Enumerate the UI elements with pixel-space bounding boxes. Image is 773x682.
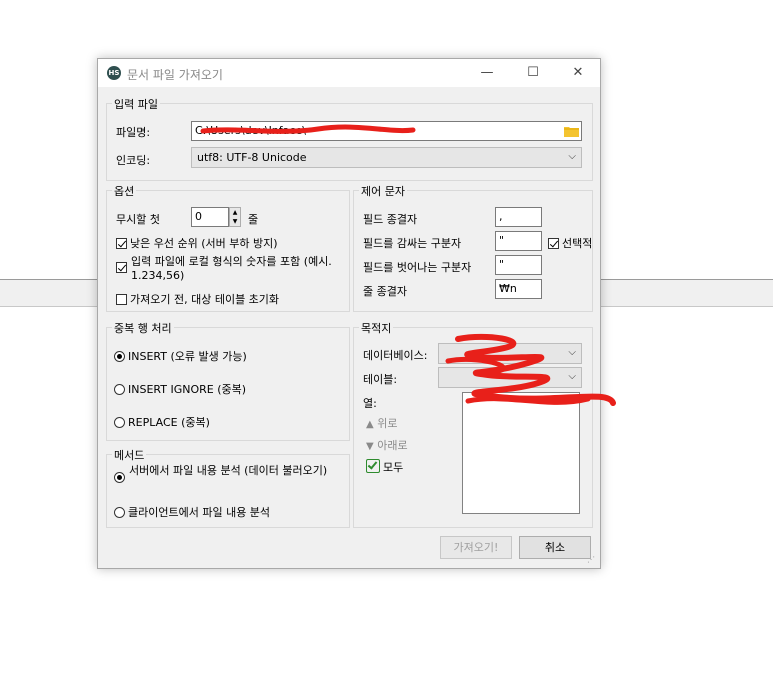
field-escape-label: 필드를 벗어나는 구분자 <box>363 261 472 274</box>
spin-up-icon[interactable]: ▲ <box>230 208 240 217</box>
truncate-checkbox[interactable] <box>116 294 127 305</box>
filename-label: 파일명: <box>116 126 151 139</box>
database-label: 데이터베이스: <box>363 349 428 362</box>
client-parse-label: 클라이언트에서 파일 내용 분석 <box>128 506 271 519</box>
line-terminator-label: 줄 종결자 <box>363 285 407 298</box>
move-down-button[interactable]: ▼ 아래로 <box>366 437 408 453</box>
ignore-lines-unit: 줄 <box>248 213 259 226</box>
field-escape-value: " <box>499 258 505 271</box>
title-bar: HS 문서 파일 가져오기 — ☐ ✕ <box>98 59 600 87</box>
checkbox-checked-icon <box>366 459 380 473</box>
folder-icon[interactable] <box>564 125 579 137</box>
app-icon: HS <box>107 66 121 80</box>
optional-enclosure-checkbox[interactable] <box>548 238 559 249</box>
server-parse-option[interactable]: 서버에서 파일 내용 분석 (데이터 불러오기) <box>114 464 342 483</box>
local-number-label: 입력 파일에 로컬 형식의 숫자를 포함 (예시. 1.234,56) <box>131 255 332 282</box>
database-select[interactable]: ⌵ <box>438 343 582 364</box>
truncate-option[interactable]: 가져오기 전, 대상 테이블 초기화 <box>116 291 279 307</box>
destination-legend: 목적지 <box>359 320 394 336</box>
local-number-checkbox[interactable] <box>116 262 127 273</box>
arrow-down-icon: ▼ <box>366 441 374 452</box>
optional-enclosure-option[interactable]: 선택적 <box>548 235 592 251</box>
insert-option[interactable]: INSERT (오류 발생 가능) <box>114 348 247 364</box>
low-priority-checkbox[interactable] <box>116 238 127 249</box>
field-enclosure-input[interactable]: " <box>495 231 542 251</box>
duplicates-legend: 중복 행 처리 <box>112 320 174 336</box>
field-escape-input[interactable]: " <box>495 255 542 275</box>
field-terminator-input[interactable]: , <box>495 207 542 227</box>
ignore-lines-input[interactable]: 0 <box>191 207 229 227</box>
local-number-option[interactable]: 입력 파일에 로컬 형식의 숫자를 포함 (예시. 1.234,56) <box>116 255 341 283</box>
encoding-value: utf8: UTF-8 Unicode <box>197 151 307 164</box>
replace-label: REPLACE (중복) <box>128 416 210 429</box>
columns-label: 열: <box>363 397 377 410</box>
low-priority-option[interactable]: 낮은 우선 순위 (서버 부하 방지) <box>116 235 278 251</box>
move-up-label: 위로 <box>377 417 398 430</box>
import-dialog: HS 문서 파일 가져오기 — ☐ ✕ 입력 파일 파일명: C:\Users\… <box>97 58 616 569</box>
insert-ignore-radio[interactable] <box>114 384 125 395</box>
field-terminator-value: , <box>499 210 503 223</box>
chevron-down-icon: ⌵ <box>568 347 576 358</box>
input-file-group <box>106 103 593 181</box>
optional-enclosure-label: 선택적 <box>562 237 592 250</box>
table-label: 테이블: <box>363 373 398 386</box>
field-enclosure-label: 필드를 감싸는 구분자 <box>363 237 462 250</box>
chevron-down-icon: ⌵ <box>568 151 576 162</box>
window-title: 문서 파일 가져오기 <box>127 68 223 82</box>
control-chars-legend: 제어 문자 <box>359 183 407 199</box>
field-terminator-label: 필드 종결자 <box>363 213 418 226</box>
select-all-button[interactable]: 모두 <box>366 459 403 475</box>
filename-input[interactable]: C:\Users\dev\Inface\ <box>191 121 582 141</box>
ignore-lines-spinner[interactable]: ▲ ▼ <box>229 207 241 227</box>
line-terminator-input[interactable]: ₩n <box>495 279 542 299</box>
close-button[interactable]: ✕ <box>556 59 600 87</box>
ignore-lines-label: 무시할 첫 <box>116 213 160 226</box>
filename-value: C:\Users\dev\Inface\ <box>195 124 306 137</box>
resize-grip-icon[interactable]: ⋰ <box>587 555 595 564</box>
truncate-label: 가져오기 전, 대상 테이블 초기화 <box>130 293 280 306</box>
low-priority-label: 낮은 우선 순위 (서버 부하 방지) <box>130 237 278 250</box>
move-down-label: 아래로 <box>377 439 408 452</box>
cancel-button[interactable]: 취소 <box>519 536 591 559</box>
client-parse-radio[interactable] <box>114 507 125 518</box>
table-select[interactable]: ⌵ <box>438 367 582 388</box>
insert-ignore-label: INSERT IGNORE (중복) <box>128 383 247 396</box>
line-terminator-value: ₩n <box>499 282 517 295</box>
insert-radio[interactable] <box>114 351 125 362</box>
insert-label: INSERT (오류 발생 가능) <box>128 350 247 363</box>
ignore-lines-value: 0 <box>195 210 202 223</box>
replace-option[interactable]: REPLACE (중복) <box>114 414 210 430</box>
encoding-label: 인코딩: <box>116 154 151 167</box>
client-parse-option[interactable]: 클라이언트에서 파일 내용 분석 <box>114 504 270 520</box>
replace-radio[interactable] <box>114 417 125 428</box>
spin-down-icon[interactable]: ▼ <box>230 217 240 226</box>
import-button[interactable]: 가져오기! <box>440 536 512 559</box>
minimize-button[interactable]: — <box>465 59 509 87</box>
options-legend: 옵션 <box>112 183 137 199</box>
select-all-label: 모두 <box>383 461 404 474</box>
field-enclosure-value: " <box>499 234 505 247</box>
server-parse-radio[interactable] <box>114 472 125 483</box>
insert-ignore-option[interactable]: INSERT IGNORE (중복) <box>114 381 246 397</box>
columns-list[interactable] <box>462 392 580 514</box>
arrow-up-icon: ▲ <box>366 419 374 430</box>
server-parse-label: 서버에서 파일 내용 분석 (데이터 불러오기) <box>129 464 328 477</box>
encoding-select[interactable]: utf8: UTF-8 Unicode ⌵ <box>191 147 582 168</box>
maximize-button[interactable]: ☐ <box>511 59 555 87</box>
method-legend: 메서드 <box>112 447 147 463</box>
chevron-down-icon: ⌵ <box>568 371 576 382</box>
input-file-legend: 입력 파일 <box>112 96 160 112</box>
move-up-button[interactable]: ▲ 위로 <box>366 415 397 431</box>
